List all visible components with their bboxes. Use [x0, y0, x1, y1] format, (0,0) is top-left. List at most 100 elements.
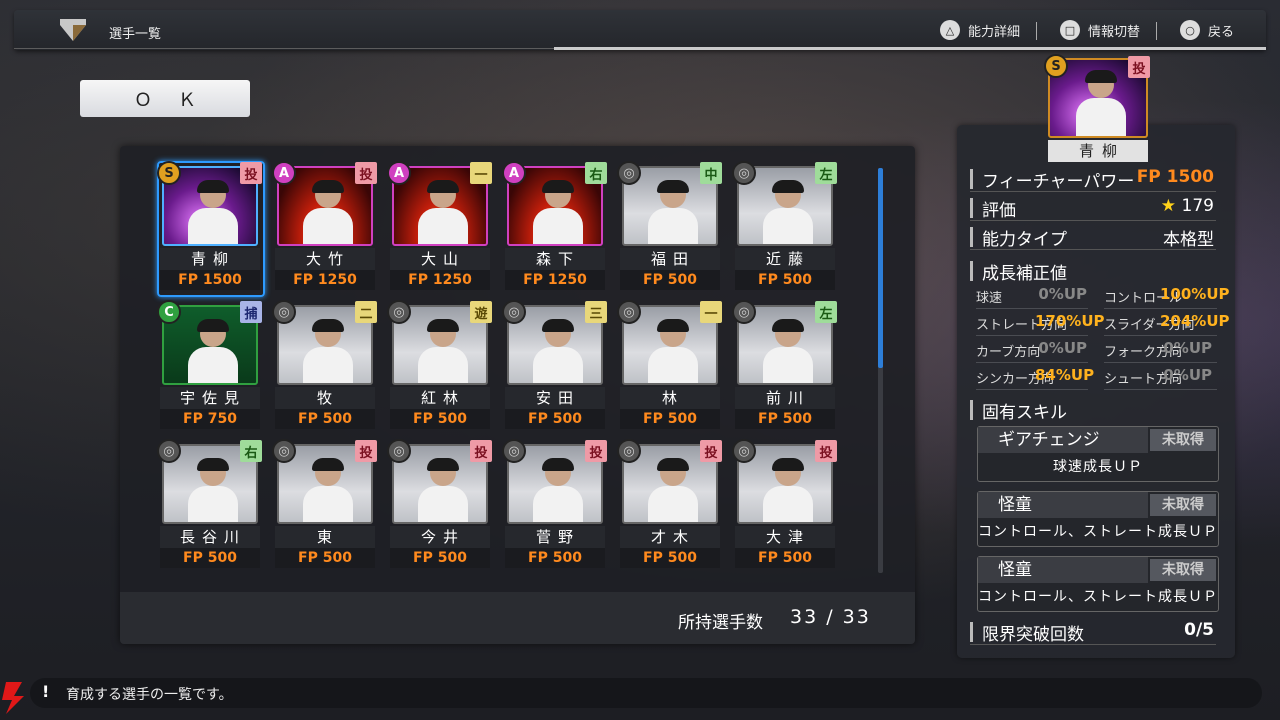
player-silhouette [188, 458, 238, 522]
player-card[interactable]: A 投大竹 FP 1250 [272, 161, 377, 296]
square-button-icon: □ [1060, 20, 1080, 40]
divider [1036, 22, 1037, 40]
player-fp: FP 500 [505, 548, 605, 568]
growth-stat-value: 0%UP [1038, 339, 1087, 357]
player-silhouette [648, 458, 698, 522]
selected-player-name: 青柳 [1048, 140, 1148, 162]
player-card[interactable]: ◎ 投才木 FP 500 [617, 439, 722, 574]
rank-badge-empty-icon: ◎ [502, 300, 526, 324]
player-card[interactable]: A 右森下 FP 1250 [502, 161, 607, 296]
player-list-panel: S 投青柳 FP 1500 A 投大竹 FP 1250 A 一大山 FP 1250 A 右森下 FP … [120, 146, 915, 644]
player-card[interactable]: ◎ 左前川 FP 500 [732, 300, 837, 435]
rating-label: 評価 [982, 201, 1016, 221]
player-name: 菅野 [505, 526, 605, 548]
divider [976, 362, 1088, 363]
rank-badge-empty-icon: ◎ [617, 161, 641, 185]
divider [976, 335, 1088, 336]
player-card[interactable]: ◎ 投菅野 FP 500 [502, 439, 607, 574]
position-badge: 一 [470, 162, 492, 184]
player-card[interactable]: S 投青柳 FP 1500 [157, 161, 265, 297]
player-name: 今井 [390, 526, 490, 548]
rank-badge: S [1044, 54, 1068, 78]
player-silhouette [533, 319, 583, 383]
skill-card: ギアチェンジ 未取得 球速成長ＵＰ [977, 426, 1219, 482]
player-card[interactable]: ◎ 右長谷川 FP 500 [157, 439, 262, 574]
future-power-row: フィーチャーパワー FP 1500 [970, 167, 1216, 192]
player-name: 前川 [735, 387, 835, 409]
hint-back[interactable]: ○ 戻る [1180, 20, 1234, 40]
player-name: 東 [275, 526, 375, 548]
hint-info-switch[interactable]: □ 情報切替 [1060, 20, 1140, 40]
player-silhouette [418, 458, 468, 522]
ok-button[interactable]: ＯＫ [80, 80, 250, 117]
player-silhouette [188, 180, 238, 244]
message-bar: ! 育成する選手の一覧です。 [30, 678, 1262, 708]
rank-badge-empty-icon: ◎ [502, 439, 526, 463]
rating-value: 179 [1181, 196, 1214, 216]
position-badge: 右 [585, 162, 607, 184]
limit-break-label: 限界突破回数 [982, 625, 1084, 645]
limit-break-row: 限界突破回数 0/5 [970, 620, 1216, 645]
divider [1104, 362, 1217, 363]
bottom-message: 育成する選手の一覧です。 [66, 687, 233, 703]
player-name: 林 [620, 387, 720, 409]
player-silhouette [1076, 70, 1126, 136]
player-card[interactable]: ◎ 左近藤 FP 500 [732, 161, 837, 296]
player-silhouette [418, 319, 468, 383]
player-card[interactable]: ◎ 中福田 FP 500 [617, 161, 722, 296]
info-icon: ! [42, 682, 50, 701]
site-logo-icon [2, 682, 24, 714]
position-badge: 投 [355, 162, 377, 184]
rank-badge-empty-icon: ◎ [732, 439, 756, 463]
position-badge: 遊 [470, 301, 492, 323]
player-fp: FP 1250 [275, 270, 375, 290]
hint-ability-detail[interactable]: △ 能力詳細 [940, 20, 1020, 40]
rank-badge-empty-icon: ◎ [272, 300, 296, 324]
divider [1104, 335, 1217, 336]
rank-badge-empty-icon: ◎ [387, 300, 411, 324]
hint-label: 戻る [1208, 24, 1235, 40]
player-name: 牧 [275, 387, 375, 409]
player-name: 青柳 [160, 248, 260, 270]
scrollbar-thumb[interactable] [878, 168, 883, 368]
player-fp: FP 1500 [160, 270, 260, 290]
header-underline [14, 47, 1266, 50]
rank-badge: C [157, 300, 181, 324]
player-card[interactable]: ◎ 投東 FP 500 [272, 439, 377, 574]
player-card[interactable]: ◎ 二牧 FP 500 [272, 300, 377, 435]
growth-stat-value: 100%UP [1160, 285, 1230, 303]
circle-button-icon: ○ [1180, 20, 1200, 40]
player-name: 安田 [505, 387, 605, 409]
position-badge: 投 [815, 440, 837, 462]
rank-badge: S [157, 161, 181, 185]
position-badge: 三 [585, 301, 607, 323]
growth-header: 成長補正値 [970, 259, 1216, 284]
skill-name: 怪童 [978, 492, 1148, 518]
scrollbar[interactable] [878, 168, 883, 573]
rank-badge-empty-icon: ◎ [617, 300, 641, 324]
divider [976, 308, 1088, 309]
position-badge: 右 [240, 440, 262, 462]
rank-badge-empty-icon: ◎ [732, 300, 756, 324]
player-card[interactable]: ◎ 遊紅林 FP 500 [387, 300, 492, 435]
player-fp: FP 500 [735, 548, 835, 568]
skills-label: 固有スキル [982, 403, 1067, 423]
selected-player-card: S 投 青柳 [1044, 54, 1150, 162]
skill-name: ギアチェンジ [978, 427, 1148, 453]
skill-description: 球速成長ＵＰ [1053, 459, 1143, 475]
player-card[interactable]: C 捕宇佐見 FP 750 [157, 300, 262, 435]
player-name: 紅林 [390, 387, 490, 409]
player-fp: FP 500 [275, 409, 375, 429]
player-fp: FP 500 [620, 409, 720, 429]
player-card[interactable]: ◎ 一林 FP 500 [617, 300, 722, 435]
player-card[interactable]: A 一大山 FP 1250 [387, 161, 492, 296]
player-card[interactable]: ◎ 投今井 FP 500 [387, 439, 492, 574]
ability-type-label: 能力タイプ [982, 230, 1067, 250]
position-badge: 二 [355, 301, 377, 323]
rank-badge-empty-icon: ◎ [732, 161, 756, 185]
player-fp: FP 1250 [505, 270, 605, 290]
player-card[interactable]: ◎ 三安田 FP 500 [502, 300, 607, 435]
position-badge: 投 [355, 440, 377, 462]
position-badge: 投 [470, 440, 492, 462]
player-card[interactable]: ◎ 投大津 FP 500 [732, 439, 837, 574]
